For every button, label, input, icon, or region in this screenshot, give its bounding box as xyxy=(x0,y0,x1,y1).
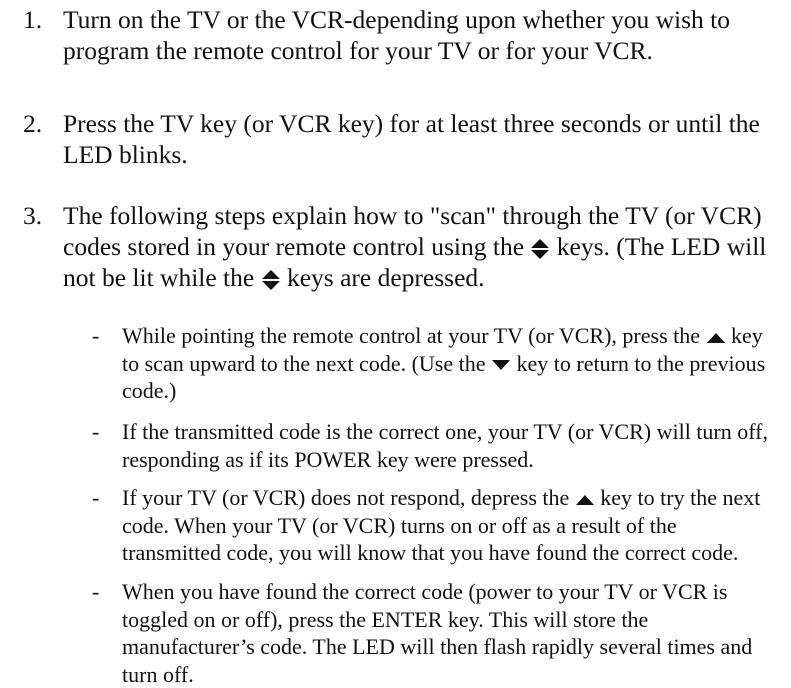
step-text: Turn on the TV or the VCR-depending upon… xyxy=(63,5,730,65)
step-text: The following steps explain how to "scan… xyxy=(63,200,768,293)
step-2: 2. Press the TV key (or VCR key) for at … xyxy=(23,108,768,170)
substep-1: - While pointing the remote control at y… xyxy=(92,322,772,405)
step-number: 2. xyxy=(23,109,43,138)
substep-text: If your TV (or VCR) does not respond, de… xyxy=(122,484,772,567)
up-arrow-icon xyxy=(575,494,594,505)
step-text: Press the TV key (or VCR key) for at lea… xyxy=(63,109,760,169)
step-text-part: keys are depressed. xyxy=(286,263,485,292)
bullet-dash: - xyxy=(92,579,100,604)
bullet-dash: - xyxy=(92,485,100,510)
substep-text: If the transmitted code is the correct o… xyxy=(122,419,769,472)
substep-text-part: While pointing the remote control at you… xyxy=(122,323,701,348)
bullet-dash: - xyxy=(92,323,100,348)
substep-4: - When you have found the correct code (… xyxy=(92,578,772,688)
substep-text: While pointing the remote control at you… xyxy=(122,322,772,405)
up-down-arrow-icon xyxy=(261,270,280,291)
instruction-page: 1. Turn on the TV or the VCR-depending u… xyxy=(0,0,791,687)
substep-text: When you have found the correct code (po… xyxy=(122,579,753,687)
up-down-arrow-icon xyxy=(531,239,550,260)
step-1: 1. Turn on the TV or the VCR-depending u… xyxy=(23,4,768,66)
down-arrow-icon xyxy=(492,360,510,371)
substep-3: - If your TV (or VCR) does not respond, … xyxy=(92,484,772,567)
step-number: 3. xyxy=(23,201,43,230)
up-arrow-icon xyxy=(706,332,725,343)
substep-text-part: If your TV (or VCR) does not respond, de… xyxy=(122,485,570,510)
step-3: 3. The following steps explain how to "s… xyxy=(23,200,768,293)
bullet-dash: - xyxy=(92,419,100,444)
substep-2: - If the transmitted code is the correct… xyxy=(92,418,772,473)
step-number: 1. xyxy=(23,5,43,34)
